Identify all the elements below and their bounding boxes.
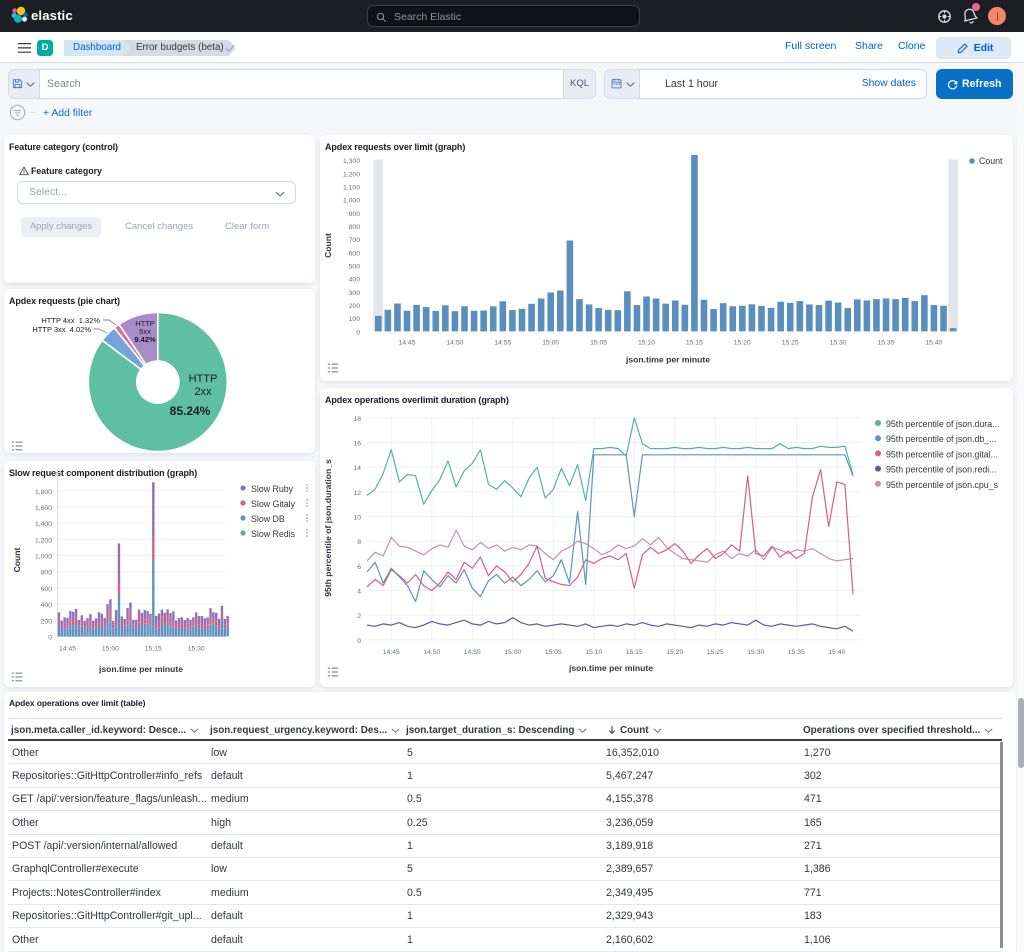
svg-text:Slow Ruby: Slow Ruby <box>251 484 294 494</box>
svg-text:300: 300 <box>349 290 361 297</box>
svg-text:85.24%: 85.24% <box>170 404 211 418</box>
svg-text:15:15: 15:15 <box>626 649 643 656</box>
svg-text:15:30: 15:30 <box>188 646 205 653</box>
svg-text:15:10: 15:10 <box>638 339 655 346</box>
svg-text:400: 400 <box>349 277 361 284</box>
svg-text:16: 16 <box>353 441 361 448</box>
svg-text:95th percentile of json.cpu_s: 95th percentile of json.cpu_s <box>886 480 999 490</box>
svg-text:2xx: 2xx <box>194 386 212 398</box>
svg-text:1,400: 1,400 <box>35 521 52 528</box>
svg-text:Count: Count <box>979 156 1003 166</box>
svg-text:15:40: 15:40 <box>925 339 942 346</box>
svg-text:15:00: 15:00 <box>102 646 119 653</box>
svg-text:800: 800 <box>41 570 53 577</box>
svg-text:15:20: 15:20 <box>666 649 683 656</box>
svg-text:15:25: 15:25 <box>707 649 724 656</box>
svg-text:HTTP 4xx 1.32%: HTTP 4xx 1.32% <box>41 316 100 325</box>
svg-text:14:45: 14:45 <box>398 339 415 346</box>
svg-text:15:15: 15:15 <box>686 339 703 346</box>
svg-text:15:20: 15:20 <box>734 339 751 346</box>
svg-text:0: 0 <box>48 635 52 642</box>
svg-text:Count: Count <box>12 547 22 572</box>
svg-text:json.time per minute: json.time per minute <box>568 663 653 673</box>
svg-text:1,600: 1,600 <box>35 505 52 512</box>
svg-text:15:35: 15:35 <box>877 339 894 346</box>
svg-text:12: 12 <box>353 490 361 497</box>
svg-text:15:35: 15:35 <box>788 649 805 656</box>
svg-text:15:05: 15:05 <box>590 339 607 346</box>
svg-text:500: 500 <box>349 264 361 271</box>
svg-text:95th percentile of json.gital.: 95th percentile of json.gital... <box>886 449 998 459</box>
svg-text:10: 10 <box>353 515 361 522</box>
svg-text:14:55: 14:55 <box>464 649 481 656</box>
svg-text:1,300: 1,300 <box>343 158 360 165</box>
svg-text:15:40: 15:40 <box>828 649 845 656</box>
svg-text:15:00: 15:00 <box>504 649 521 656</box>
svg-text:15:00: 15:00 <box>542 339 559 346</box>
svg-text:0: 0 <box>356 329 360 336</box>
svg-text:8: 8 <box>357 539 361 546</box>
svg-text:1,100: 1,100 <box>343 185 360 192</box>
svg-text:9.42%: 9.42% <box>134 335 156 344</box>
svg-text:15:30: 15:30 <box>830 339 847 346</box>
svg-text:600: 600 <box>41 586 53 593</box>
svg-text:14: 14 <box>353 465 361 472</box>
svg-text:6: 6 <box>357 564 361 571</box>
svg-text:700: 700 <box>349 237 361 244</box>
svg-text:Slow Gitaly: Slow Gitaly <box>251 499 296 509</box>
svg-text:15:15: 15:15 <box>145 646 162 653</box>
svg-text:15:05: 15:05 <box>545 649 562 656</box>
svg-text:14:45: 14:45 <box>383 649 400 656</box>
svg-text:15:30: 15:30 <box>747 649 764 656</box>
svg-text:200: 200 <box>349 303 361 310</box>
svg-text:1,800: 1,800 <box>35 489 52 496</box>
svg-text:1,000: 1,000 <box>343 198 360 205</box>
svg-text:95th percentile of json.redi..: 95th percentile of json.redi... <box>886 465 997 475</box>
svg-text:14:50: 14:50 <box>446 339 463 346</box>
svg-text:200: 200 <box>41 618 53 625</box>
svg-text:Slow DB: Slow DB <box>251 514 285 524</box>
svg-text:1,200: 1,200 <box>35 537 52 544</box>
svg-text:900: 900 <box>349 211 361 218</box>
svg-text:14:50: 14:50 <box>423 649 440 656</box>
svg-text:HTTP: HTTP <box>189 373 218 385</box>
svg-text:0: 0 <box>357 638 361 645</box>
svg-text:18: 18 <box>353 416 361 423</box>
svg-text:95th percentile of json.durati: 95th percentile of json.duration_s <box>323 459 333 597</box>
svg-text:2: 2 <box>357 613 361 620</box>
svg-text:14:45: 14:45 <box>59 646 76 653</box>
svg-text:Slow Redis: Slow Redis <box>251 529 296 539</box>
svg-text:800: 800 <box>349 224 361 231</box>
svg-text:100: 100 <box>349 316 361 323</box>
svg-text:95th percentile of json.dura..: 95th percentile of json.dura... <box>886 419 999 429</box>
svg-text:4: 4 <box>357 589 361 596</box>
svg-text:15:25: 15:25 <box>782 339 799 346</box>
svg-text:HTTP 3xx 4.02%: HTTP 3xx 4.02% <box>32 325 91 334</box>
svg-text:95th percentile of json.db_...: 95th percentile of json.db_... <box>886 434 997 444</box>
svg-text:600: 600 <box>349 250 361 257</box>
svg-text:1,200: 1,200 <box>343 171 360 178</box>
svg-text:Count: Count <box>323 233 333 258</box>
svg-text:15:10: 15:10 <box>585 649 602 656</box>
svg-text:json.time per minute: json.time per minute <box>98 664 183 674</box>
svg-text:14:55: 14:55 <box>494 339 511 346</box>
svg-text:json.time per minute: json.time per minute <box>625 354 710 364</box>
svg-text:1,000: 1,000 <box>35 554 52 561</box>
svg-text:400: 400 <box>41 602 53 609</box>
